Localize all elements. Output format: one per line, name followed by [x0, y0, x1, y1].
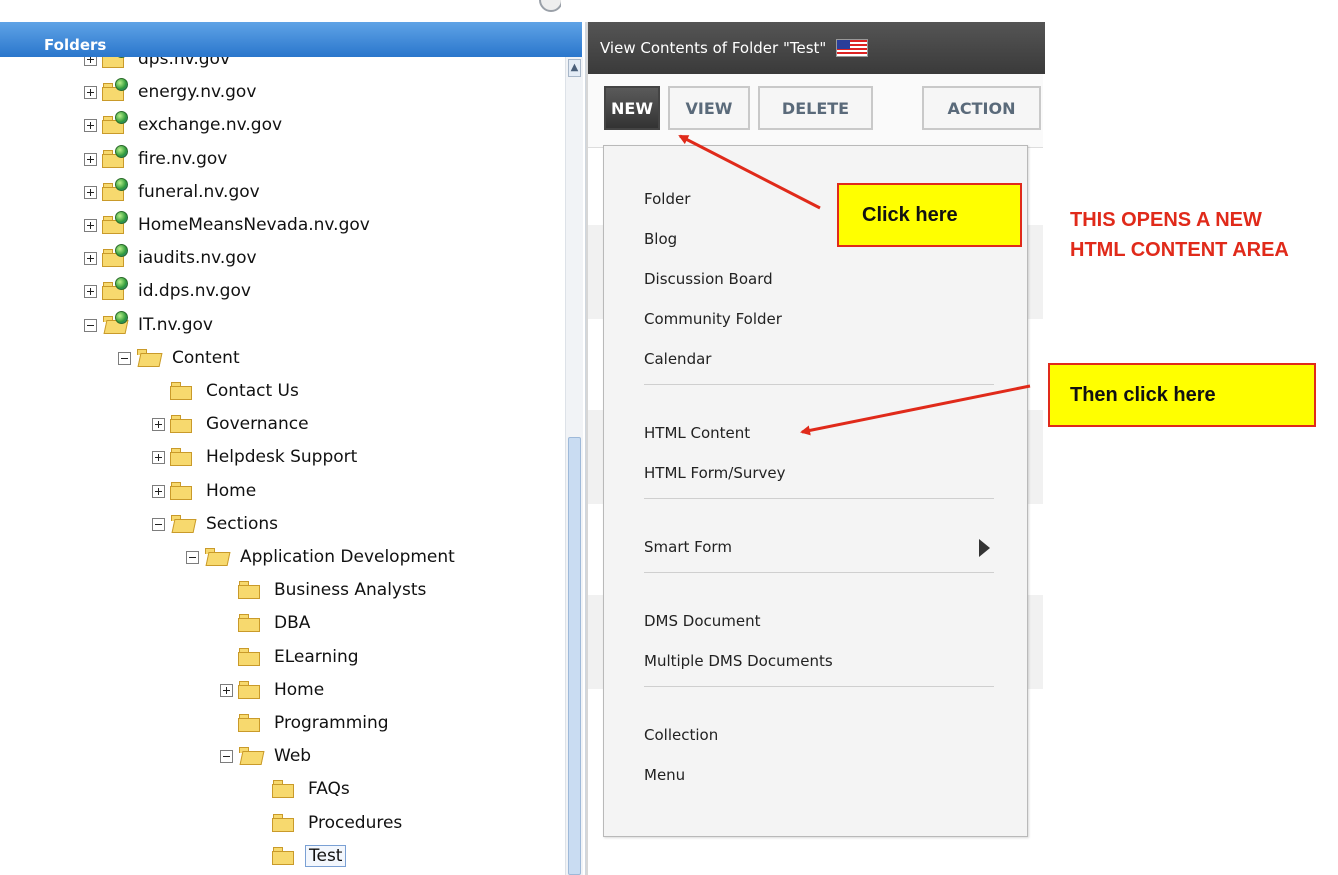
callout-then-click-here: Then click here	[1048, 363, 1316, 427]
callout-click-here: Click here	[837, 183, 1022, 247]
annotation-note-line-1: THIS OPENS A NEW	[1070, 209, 1262, 231]
arrow-to-new-button	[678, 134, 821, 210]
annotation-note-line-2: HTML CONTENT AREA	[1070, 239, 1289, 261]
annotation-note: THIS OPENS A NEW HTML CONTENT AREA	[1070, 205, 1289, 265]
arrow-to-html-content	[800, 384, 1031, 436]
annotation-arrows	[678, 134, 1031, 436]
